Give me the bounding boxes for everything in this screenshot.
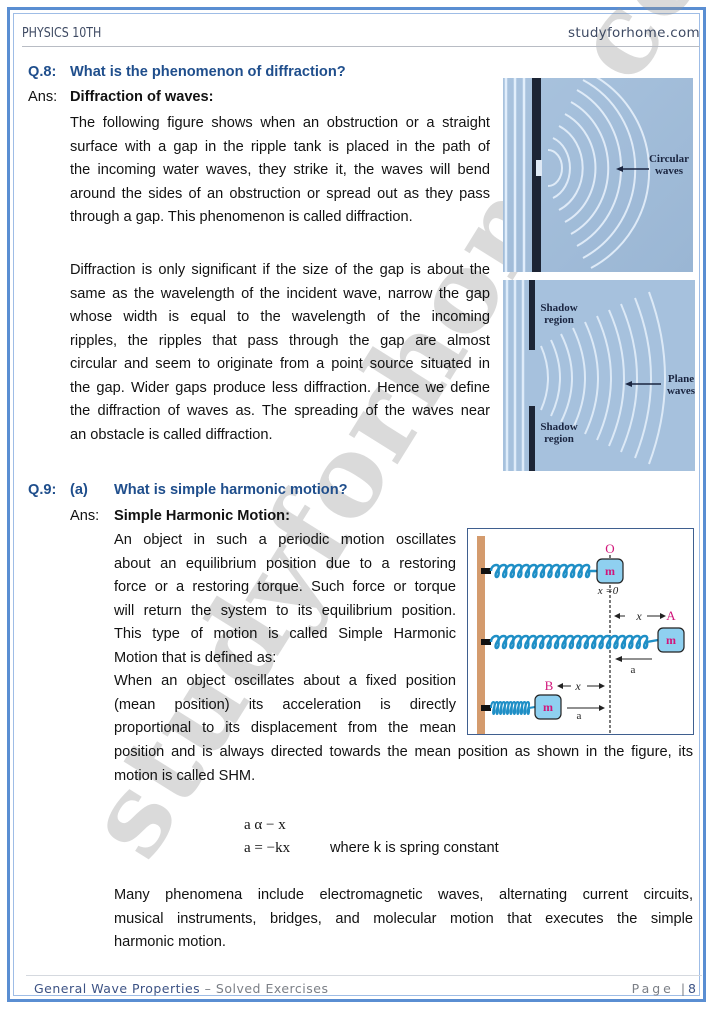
text-line: circular and seem to originate from a po… [70,356,490,372]
acceleration-a-label: a [631,664,636,676]
q9-part: (a) [70,482,88,498]
circular-waves-label-1: Circular [649,153,689,165]
text-line: proportional to its displacement from th… [114,720,456,736]
ripple-tank-circular-waves-figure: Circular waves [503,78,693,272]
text-line: the gap. Wider gaps produce less diffrac… [70,379,490,396]
page-header: PHYSICS 10TH studyforhome.com [22,24,700,47]
q8-heading: Diffraction of waves: [70,89,214,105]
hook-icon [481,568,491,574]
shm-spring-mass-figure: m O x =0 x A m a B x m a [467,528,694,735]
mass-label: m [543,700,553,714]
q9-wide-paragraph: position and is always directed towards … [114,741,693,788]
q9-final-paragraph: Many phenomena include electromagnetic w… [114,884,693,955]
shadow-top-label-1: Shadow [540,302,577,314]
q9-ans-label: Ans: [70,508,100,524]
shadow-top-label-2: region [544,314,574,326]
displacement-b-label: x [574,679,581,693]
point-o-label: O [605,541,614,556]
text-line: ripples, the ripples that pass through t… [70,332,490,349]
header-subject: PHYSICS 10TH [22,26,102,41]
footer-chapter: General Wave Properties – Solved Exercis… [34,981,328,996]
equation-note: where k is spring constant [330,840,499,856]
text-line: An object in such a periodic motion osci… [114,532,456,548]
q8-paragraph-1: The following figure shows when an obstr… [70,112,490,230]
plane-waves-label-2: waves [667,385,695,397]
mass-label: m [666,633,676,647]
ripple-tank-plane-waves-figure: Shadow region Plane waves Shadow region [503,280,695,471]
shadow-bottom-label-1: Shadow [540,421,577,433]
text-line: musical instruments, bridges, and molecu… [114,910,693,927]
footer-page: Page |8 [632,981,696,996]
footer-page-number: 8 [688,981,696,996]
text-line: through a gap. This phenomenon is called… [70,209,413,225]
q8-label: Q.8: [28,64,57,80]
footer-chapter-subtitle: Solved Exercises [215,981,329,996]
spring-equilibrium [489,563,597,579]
text-line: Many phenomena include electromagnetic w… [114,887,693,903]
q9-label: Q.9: [28,482,57,498]
text-line: the diffraction of waves as. The spreadi… [70,403,490,419]
barrier-top [529,280,535,350]
text-line: position and is always directed towards … [114,744,693,760]
text-line: harmonic motion. [114,934,226,950]
q9-narrow-paragraph: An object in such a periodic motion osci… [114,529,456,741]
text-line: (mean position) its acceleration is dire… [114,696,456,713]
q8-ans-label: Ans: [28,89,58,105]
x-zero-label: x =0 [597,585,619,597]
point-a-label: A [666,608,676,623]
header-site: studyforhome.com [568,25,700,41]
text-line: about an equilibrium position due to a r… [114,555,456,572]
text-line: motion is called SHM. [114,767,256,784]
gap [536,160,542,176]
point-b-label: B [545,678,554,693]
wall [477,536,485,734]
page-footer: General Wave Properties – Solved Exercis… [26,975,702,1000]
q9-question: What is simple harmonic motion? [114,482,348,498]
q8-question: What is the phenomenon of diffraction? [70,64,346,80]
q9-heading: Simple Harmonic Motion: [114,508,290,524]
shadow-bottom-label-2: region [544,433,574,445]
text-line: surface with a gap in the ripple tank is… [70,138,490,155]
barrier-bottom [529,406,535,471]
plane-waves-label-1: Plane [668,373,694,385]
q8-paragraph-2: Diffraction is only significant if the s… [70,259,490,447]
equation-proportional: a α − x [244,817,286,833]
text-line: When an object oscillates about a fixed … [114,673,456,689]
footer-chapter-title: General Wave Properties [34,981,201,996]
text-line: will return the system to its equilibriu… [114,602,456,619]
text-line: same as the wavelength of the incident w… [70,285,490,302]
text-line: Motion that is defined as: [114,649,277,666]
text-line: around the sides of an obstruction or sp… [70,185,490,202]
text-line: The following figure shows when an obstr… [70,115,490,131]
footer-separator: – [200,981,216,996]
text-line: This type of motion is called Simple Har… [114,626,456,642]
text-line: force or a restoring torque. Such force … [114,579,456,595]
hook-icon [481,639,491,645]
displacement-a-label: x [635,609,642,623]
mass-label: m [605,564,615,578]
text-line: Diffraction is only significant if the s… [70,262,490,278]
hook-icon [481,705,491,711]
footer-page-label: Page | [631,981,689,996]
text-line: the incoming water waves, they strike it… [70,162,490,178]
equation-hookes: a = −kx [244,840,291,856]
acceleration-b-label: a [577,710,582,722]
text-line: an obstacle is called diffraction. [70,426,273,443]
text-line: whose width is equal to the wavelength o… [70,309,490,325]
circular-waves-label-2: waves [655,165,684,177]
